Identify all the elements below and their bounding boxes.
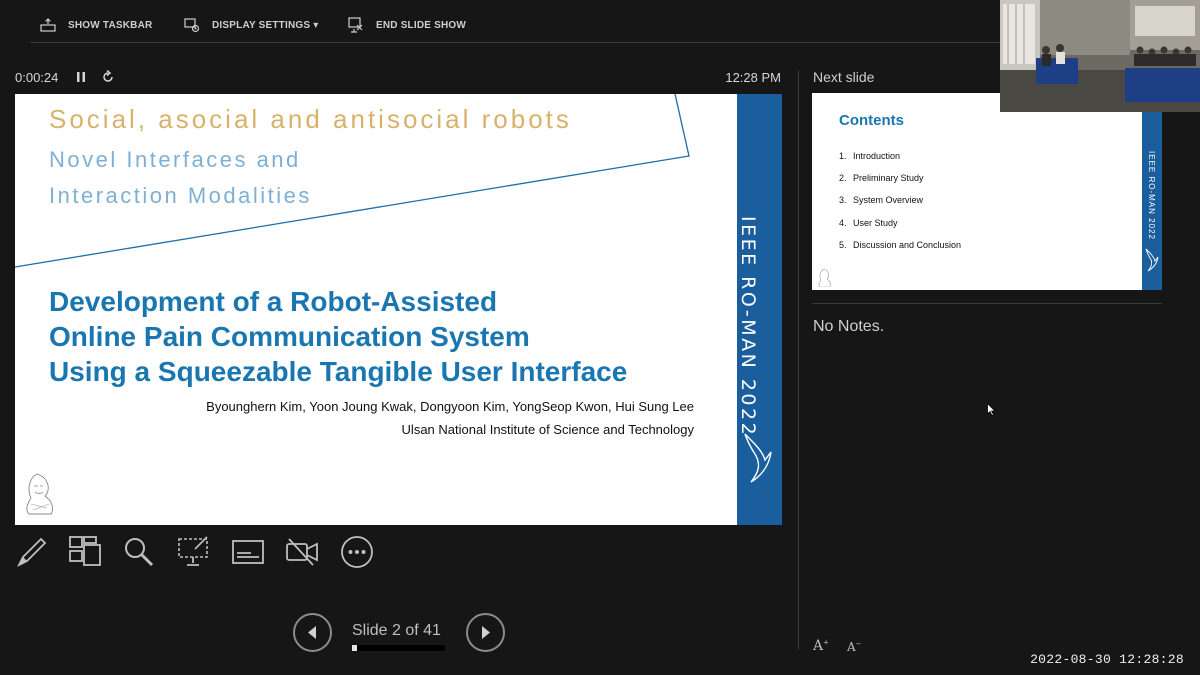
pause-icon[interactable] [74, 70, 88, 84]
hand-drawn-logo [26, 473, 54, 515]
list-item-text: Introduction [853, 151, 901, 161]
slide-progress-bar [352, 645, 445, 651]
paper-title-line3: Using a Squeezable Tangible User Interfa… [49, 356, 628, 387]
list-item-text: User Study [853, 217, 898, 228]
list-item-number: 5. [839, 239, 847, 250]
slide-progress-fill [352, 645, 357, 651]
conference-room-photo [1000, 0, 1200, 112]
conference-logo-icon [744, 433, 772, 483]
conference-band-label: IEEE RO-MAN 2022 [737, 216, 759, 438]
list-item: 4. User Study [839, 218, 961, 240]
zoom-icon[interactable] [122, 535, 156, 569]
subtitles-icon[interactable] [231, 535, 265, 569]
slide-subtitle-line1: Novel Interfaces and [49, 147, 301, 172]
previous-slide-button[interactable] [293, 613, 332, 652]
slide-institution: Ulsan National Institute of Science and … [401, 422, 694, 437]
more-options-icon[interactable] [340, 535, 374, 569]
decrease-font-button[interactable]: A− [847, 640, 862, 654]
slide-paper-title: Development of a Robot-Assisted Online P… [49, 284, 627, 389]
conference-logo-icon [1145, 248, 1159, 272]
clock: 12:28 PM [725, 70, 781, 85]
current-slide[interactable]: Social, asocial and antisocial robots No… [15, 94, 782, 525]
notes-divider [812, 303, 1162, 304]
end-slide-show-button[interactable]: END SLIDE SHOW [348, 17, 466, 33]
list-item-text: Preliminary Study [853, 173, 924, 184]
next-slide-band-label: IEEE RO-MAN 2022 [1147, 151, 1156, 240]
recording-timestamp: 2022-08-30 12:28:28 [1030, 652, 1184, 667]
paper-title-line2: Online Pain Communication System [49, 321, 530, 352]
end-slide-show-label: END SLIDE SHOW [376, 19, 467, 31]
list-item-number: 2. [839, 173, 847, 184]
next-slide-preview[interactable]: Contents 1. Introduction 2. Preliminary St… [812, 93, 1162, 290]
mouse-cursor-icon [987, 403, 996, 416]
paper-title-line1: Development of a Robot-Assisted [49, 286, 498, 317]
list-item-text: System Overview [853, 195, 924, 206]
list-item-number: 1. [839, 151, 847, 161]
next-slide-label: Next slide [813, 69, 875, 85]
display-settings-label: DISPLAY SETTINGS ▾ [212, 19, 319, 31]
list-item-number: 3. [839, 195, 847, 206]
hand-drawn-logo [818, 269, 831, 287]
slide-counter[interactable]: Slide 2 of 41 [352, 622, 441, 640]
toolbar-divider [30, 42, 1000, 43]
pen-icon[interactable] [15, 535, 49, 569]
show-taskbar-label: SHOW TASKBAR [68, 19, 153, 31]
camera-feed [1000, 0, 1200, 112]
pointer-screen-icon[interactable] [177, 535, 211, 569]
arrow-left-icon [308, 626, 316, 639]
top-toolbar: SHOW TASKBAR DISPLAY SETTINGS ▾ END SLID… [0, 0, 1000, 44]
list-item: 1. Introduction [839, 151, 961, 173]
see-all-slides-icon[interactable] [68, 535, 102, 569]
restart-timer-icon[interactable] [101, 70, 115, 84]
show-taskbar-button[interactable]: SHOW TASKBAR [40, 17, 152, 33]
end-show-icon [348, 17, 363, 33]
elapsed-timer: 0:00:24 [15, 70, 59, 85]
panel-divider[interactable] [798, 70, 799, 650]
camera-off-icon[interactable] [285, 535, 319, 569]
slide-session-title: Social, asocial and antisocial robots [49, 104, 572, 134]
next-slide-button[interactable] [466, 613, 505, 652]
list-item: 3. System Overview [839, 195, 961, 217]
list-item: 2. Preliminary Study [839, 173, 961, 195]
list-item: 5. Discussion and Conclusion [839, 240, 961, 262]
increase-font-button[interactable]: A+ [813, 638, 829, 654]
display-settings-button[interactable]: DISPLAY SETTINGS ▾ [184, 17, 318, 33]
list-item-text: Discussion and Conclusion [853, 239, 962, 250]
list-item-number: 4. [839, 217, 847, 228]
display-settings-icon [184, 18, 200, 33]
slide-authors: Byounghern Kim, Yoon Joung Kwak, Dongyoo… [206, 399, 694, 414]
next-slide-title: Contents [839, 112, 904, 129]
next-slide-contents-list: 1. Introduction 2. Preliminary Study 3. Sys… [839, 151, 961, 262]
slide-subtitle-line2: Interaction Modalities [49, 183, 312, 208]
speaker-notes: No Notes. [813, 318, 885, 335]
taskbar-icon [40, 18, 56, 32]
arrow-right-icon [482, 626, 490, 639]
